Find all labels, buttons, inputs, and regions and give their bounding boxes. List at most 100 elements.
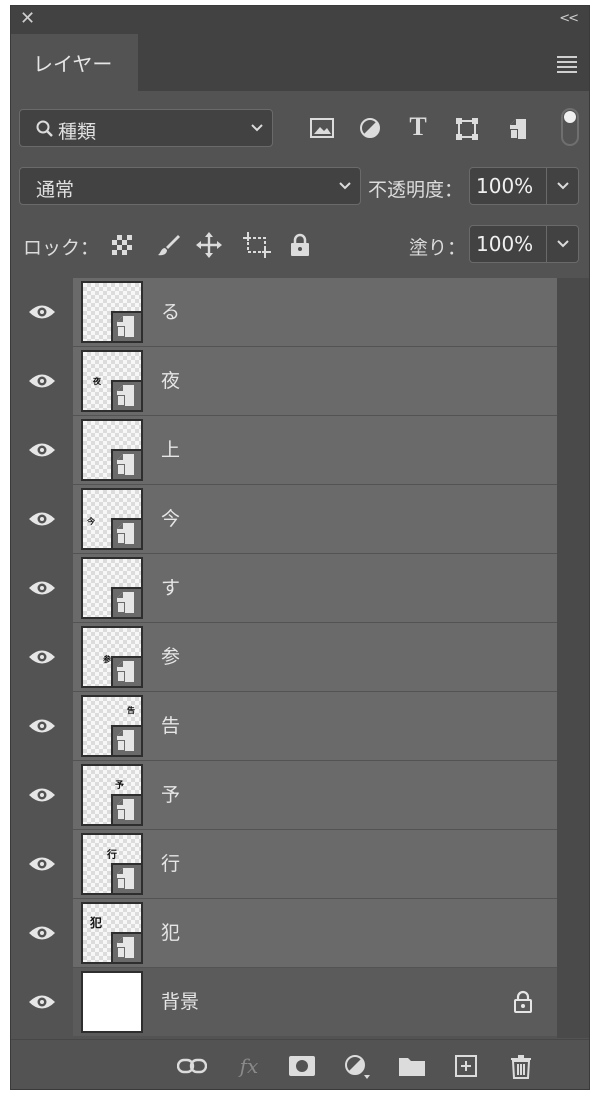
delete-icon[interactable] (508, 1054, 534, 1080)
eye-icon[interactable] (28, 510, 56, 528)
layer-thumbnail[interactable]: 参 (81, 626, 143, 688)
layer-name[interactable]: 告 (161, 692, 180, 760)
layer-thumbnail[interactable] (81, 971, 143, 1033)
blend-mode-value: 通常 (36, 179, 75, 201)
lock-image-icon[interactable] (156, 232, 182, 258)
layer-row[interactable]: 犯 犯 (11, 899, 557, 967)
layer-thumbnail[interactable] (81, 281, 143, 343)
layer-thumbnail[interactable]: 行 (81, 833, 143, 895)
eye-icon[interactable] (28, 441, 56, 459)
visibility-toggle[interactable] (11, 347, 71, 415)
smart-object-badge (111, 656, 141, 686)
eye-icon[interactable] (28, 855, 56, 873)
new-adjustment-icon[interactable] (343, 1054, 373, 1080)
blend-mode-select[interactable]: 通常 (19, 167, 361, 205)
layer-thumbnail[interactable]: 予 (81, 764, 143, 826)
layer-name[interactable]: 夜 (161, 347, 180, 415)
layer-thumbnail[interactable]: 犯 (81, 902, 143, 964)
layer-name[interactable]: 今 (161, 485, 180, 553)
layer-thumbnail[interactable]: 告 (81, 695, 143, 757)
add-mask-icon[interactable] (288, 1054, 316, 1078)
fx-icon[interactable]: fx (233, 1054, 265, 1078)
visibility-toggle[interactable] (11, 968, 71, 1036)
eye-icon[interactable] (28, 786, 56, 804)
panel-menu-icon[interactable] (557, 56, 577, 76)
opacity-value[interactable]: 100% (476, 174, 533, 198)
smart-object-badge (111, 725, 141, 755)
layer-thumbnail[interactable]: 今 (81, 488, 143, 550)
image-filter-icon[interactable] (309, 116, 335, 140)
adjustment-filter-icon[interactable] (358, 116, 382, 140)
layer-name[interactable]: 背景 (161, 968, 199, 1036)
visibility-toggle[interactable] (11, 899, 71, 967)
visibility-toggle[interactable] (11, 554, 71, 622)
eye-icon[interactable] (28, 579, 56, 597)
layer-name[interactable]: る (161, 278, 180, 346)
link-layers-icon[interactable] (176, 1054, 208, 1078)
visibility-toggle[interactable] (11, 278, 71, 346)
eye-icon[interactable] (28, 717, 56, 735)
opacity-field[interactable]: 100% (469, 167, 579, 205)
thumbnail-glyph: 予 (115, 781, 125, 791)
thumbnail-glyph: 参 (103, 655, 111, 664)
shape-filter-icon[interactable] (454, 116, 480, 142)
layer-row[interactable]: す (11, 554, 557, 622)
layer-row[interactable]: 上 (11, 416, 557, 484)
search-icon (36, 120, 53, 137)
background-layer-row[interactable]: 背景 (11, 968, 557, 1036)
new-layer-icon[interactable] (453, 1054, 479, 1078)
lock-all-icon[interactable] (289, 232, 311, 258)
eye-icon[interactable] (28, 924, 56, 942)
layer-name[interactable]: 行 (161, 830, 180, 898)
layer-row[interactable]: 今 今 (11, 485, 557, 553)
type-filter-icon[interactable]: T (406, 112, 430, 141)
visibility-toggle[interactable] (11, 623, 71, 691)
layer-name[interactable]: 犯 (161, 899, 180, 967)
kind-filter-label: 種類 (58, 121, 97, 143)
layer-row[interactable]: 告 告 (11, 692, 557, 760)
lock-label: ロック： (23, 237, 100, 259)
fill-field[interactable]: 100% (469, 225, 579, 263)
lock-artboard-icon[interactable] (243, 232, 271, 258)
layer-row[interactable]: 行 行 (11, 830, 557, 898)
layers-scrollbar[interactable] (557, 278, 589, 1038)
lock-transparent-icon[interactable] (111, 234, 133, 256)
layer-row[interactable]: る (11, 278, 557, 346)
layer-thumbnail[interactable] (81, 419, 143, 481)
fill-value[interactable]: 100% (476, 232, 533, 256)
layer-row[interactable]: 予 予 (11, 761, 557, 829)
tab-layers[interactable]: レイヤー (11, 34, 138, 91)
filter-toggle-icon[interactable] (561, 108, 579, 146)
layer-row[interactable]: 参 参 (11, 623, 557, 691)
collapse-icon[interactable]: << (559, 11, 579, 26)
chevron-down-icon[interactable] (556, 181, 570, 191)
visibility-toggle[interactable] (11, 692, 71, 760)
smart-object-filter-icon[interactable] (506, 116, 530, 142)
layer-row[interactable]: 夜 夜 (11, 347, 557, 415)
layer-thumbnail[interactable]: 夜 (81, 350, 143, 412)
thumbnail-glyph: 今 (87, 517, 95, 526)
eye-icon[interactable] (28, 303, 56, 321)
kind-filter-select[interactable]: 種類 (19, 109, 273, 147)
close-icon[interactable]: ✕ (20, 8, 35, 29)
chevron-down-icon[interactable] (556, 239, 570, 249)
eye-icon[interactable] (28, 993, 56, 1011)
layer-name[interactable]: す (161, 554, 180, 622)
new-group-icon[interactable] (397, 1054, 427, 1078)
visibility-toggle[interactable] (11, 485, 71, 553)
smart-object-badge (111, 311, 141, 341)
thumbnail-glyph: 夜 (93, 377, 101, 386)
layer-name[interactable]: 予 (161, 761, 180, 829)
lock-icon (514, 990, 532, 1013)
layer-name[interactable]: 上 (161, 416, 180, 484)
visibility-toggle[interactable] (11, 416, 71, 484)
eye-icon[interactable] (28, 372, 56, 390)
smart-object-badge (111, 587, 141, 617)
eye-icon[interactable] (28, 648, 56, 666)
visibility-toggle[interactable] (11, 761, 71, 829)
layer-name[interactable]: 参 (161, 623, 180, 691)
smart-object-badge (111, 518, 141, 548)
visibility-toggle[interactable] (11, 830, 71, 898)
layer-thumbnail[interactable] (81, 557, 143, 619)
lock-position-icon[interactable] (196, 232, 222, 258)
